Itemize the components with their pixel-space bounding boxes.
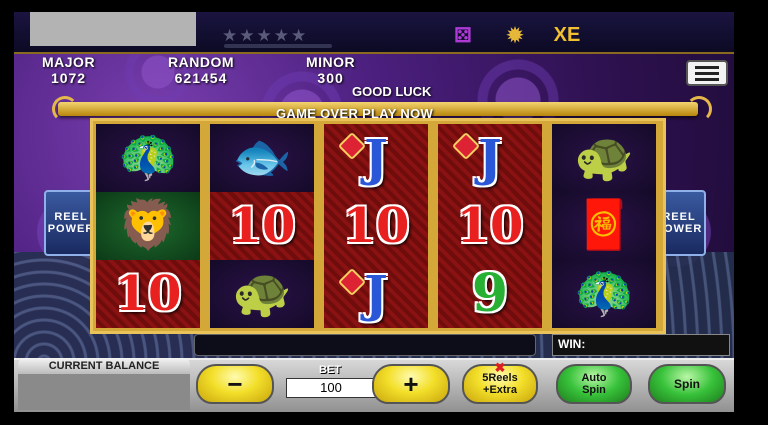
- reel-cell: 9: [438, 260, 542, 328]
- reel-cell: 10: [210, 192, 314, 260]
- reel-cell: J: [438, 124, 542, 192]
- golden-phoenix-symbol: 🦚: [118, 131, 178, 184]
- ten-symbol: 10: [114, 266, 182, 322]
- gold-coin-icon: [337, 131, 367, 161]
- jack-symbol: J: [364, 128, 388, 187]
- reel-cell: 🐢: [552, 124, 656, 192]
- golden-koi-symbol: 🐟: [232, 131, 292, 184]
- gold-coin-icon: [451, 131, 481, 161]
- reel-cell: 🐟: [210, 124, 314, 192]
- jackpot-major-value: 1072: [50, 70, 87, 86]
- game-screen: ★★★★★ ⚄ ✹ XE MAJOR 1072 RANDOM 621454 MI…: [14, 12, 734, 412]
- reel-cell: 10: [438, 192, 542, 260]
- reel-cell: 10: [96, 260, 200, 328]
- reel-grid: 🦚 🦁 10 🐟 10 🐢 J 10 J J 10 9 🐢 🧧 🦚: [90, 118, 666, 334]
- ten-symbol: 10: [456, 198, 524, 254]
- roof-curl-left: [52, 96, 78, 122]
- gold-coin-icon: [337, 267, 367, 297]
- red-envelope-symbol: 🧧: [574, 199, 634, 252]
- current-balance-label: CURRENT BALANCE: [18, 358, 190, 374]
- foo-dog-symbol: 🦁: [118, 199, 178, 252]
- message-bar: [194, 334, 536, 356]
- jack-symbol: J: [478, 128, 502, 187]
- jackpot-random: RANDOM 621454: [168, 54, 234, 86]
- reel-cell: 10: [324, 192, 428, 260]
- reel-cell: 🧧: [552, 192, 656, 260]
- reel-3: J 10 J: [324, 124, 428, 328]
- ten-symbol: 10: [342, 198, 410, 254]
- jack-symbol: J: [364, 264, 388, 323]
- jackpot-major: MAJOR 1072: [42, 54, 95, 86]
- top-bar: ★★★★★ ⚄ ✹ XE: [14, 12, 734, 54]
- reel-1: 🦚 🦁 10: [96, 124, 200, 328]
- reel-5: 🐢 🧧 🦚: [552, 124, 656, 328]
- nine-symbol: 9: [471, 263, 509, 324]
- jackpot-major-label: MAJOR: [42, 54, 96, 70]
- spin-button[interactable]: Spin: [648, 364, 726, 404]
- auto-spin-button[interactable]: Auto Spin: [556, 364, 632, 404]
- menu-icon: [695, 65, 719, 69]
- golden-phoenix-symbol: 🦚: [574, 267, 634, 320]
- five-reels-extra-label: 5Reels +Extra: [482, 372, 518, 396]
- golden-turtle-symbol: 🐢: [232, 267, 292, 320]
- coins-icon[interactable]: XE: [548, 20, 586, 50]
- reel-cell: 🦚: [552, 260, 656, 328]
- bet-minus-button[interactable]: −: [196, 364, 274, 404]
- bet-plus-button[interactable]: +: [372, 364, 450, 404]
- reel-cell: J: [324, 260, 428, 328]
- five-reels-extra-button[interactable]: ✖ 5Reels +Extra: [462, 360, 538, 404]
- reel-power-line1: REEL: [662, 211, 696, 223]
- good-luck-text: GOOD LUCK: [352, 84, 432, 99]
- reel-4: J 10 9: [438, 124, 542, 328]
- reel-cell: 🦁: [96, 192, 200, 260]
- level-progress-bar: [224, 44, 332, 48]
- reel-power-line2: POWER: [47, 223, 95, 235]
- win-label: WIN:: [558, 337, 586, 351]
- reel-cell: 🐢: [210, 260, 314, 328]
- jackpot-minor-label: MINOR: [306, 54, 356, 70]
- reel-2: 🐟 10 🐢: [210, 124, 314, 328]
- roof-curl-right: [686, 96, 712, 122]
- bet-value: 100: [286, 378, 376, 398]
- menu-button[interactable]: [686, 60, 728, 86]
- jackpot-random-label: RANDOM: [168, 54, 234, 70]
- prize-wheel-icon[interactable]: ✹: [496, 20, 534, 50]
- player-name-redacted: [30, 12, 196, 46]
- level-stars: ★★★★★: [222, 26, 309, 45]
- jackpot-random-value: 621454: [174, 70, 228, 86]
- jackpot-minor-value: 300: [317, 70, 344, 86]
- reel-power-line1: REEL: [54, 211, 88, 223]
- reel-cell: 🦚: [96, 124, 200, 192]
- reel-cell: J: [324, 124, 428, 192]
- jackpot-minor: MINOR 300: [306, 54, 355, 86]
- current-balance-redacted: [18, 374, 190, 410]
- win-display: WIN:: [552, 334, 730, 356]
- five-reels-extra-close-icon: ✖: [494, 360, 506, 375]
- bet-label: BET: [319, 364, 341, 376]
- dice-icon[interactable]: ⚄: [444, 20, 482, 50]
- ten-symbol: 10: [228, 198, 296, 254]
- golden-turtle-symbol: 🐢: [574, 131, 634, 184]
